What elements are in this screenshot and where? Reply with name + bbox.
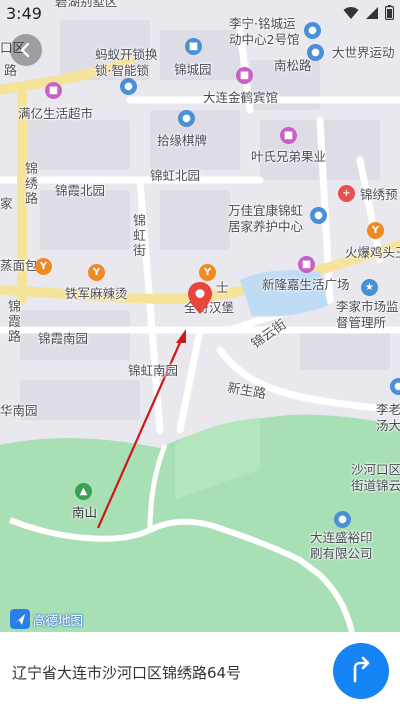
map-label: 沙河口区 街道锦云 bbox=[351, 462, 400, 493]
hotel-icon[interactable]: ■ bbox=[236, 67, 253, 84]
map-view[interactable]: 碧湖别墅区 李宁·铭城运 动中心2号馆 大世界运动 蚂蚁开锁换 锁·智能锁 锦城… bbox=[0, 0, 400, 632]
map-label: 南山 bbox=[72, 505, 98, 520]
map-label: 南松路 bbox=[274, 58, 312, 73]
map-label: 大世界运动 bbox=[332, 45, 395, 60]
map-label: 新隆嘉生活广场 bbox=[262, 277, 350, 292]
map-label: 火爆鸡头王 bbox=[345, 245, 400, 260]
hospital-icon[interactable]: + bbox=[338, 185, 355, 202]
wifi-icon bbox=[343, 6, 359, 19]
address-text: 辽宁省大连市沙河口区锦绣路64号 bbox=[12, 664, 242, 682]
restaurant-icon[interactable]: Y bbox=[199, 264, 216, 281]
map-label: 锦虹北园 bbox=[150, 168, 201, 183]
back-arrow-icon bbox=[20, 42, 30, 58]
status-bar: 3:49 bbox=[0, 0, 400, 26]
map-label: 锦霞南园 bbox=[38, 331, 89, 346]
location-icon[interactable]: ● bbox=[334, 511, 351, 528]
map-label: 士 bbox=[216, 280, 229, 295]
amap-logo: 高德地图 bbox=[10, 609, 83, 629]
map-label: 大连盛裕印 刷有限公司 bbox=[310, 530, 373, 561]
location-icon[interactable]: ● bbox=[310, 207, 327, 224]
location-marker-icon[interactable] bbox=[186, 281, 214, 315]
map-label: 锦城园 bbox=[174, 62, 212, 77]
map-label: 家 bbox=[0, 196, 13, 211]
map-label: 蚂蚁开锁换 锁·智能锁 bbox=[95, 47, 158, 78]
map-label: 铁军麻辣烫 bbox=[65, 286, 128, 301]
map-label: 锦虹南园 bbox=[128, 363, 179, 378]
map-label: 满亿生活超市 bbox=[18, 106, 94, 121]
map-label: 李家市场监 督管理所 bbox=[336, 299, 399, 330]
road-label: 锦绣路 bbox=[25, 162, 39, 207]
location-icon[interactable]: ● bbox=[390, 378, 400, 395]
map-label: 李老 汤大 bbox=[376, 402, 400, 433]
restaurant-icon[interactable]: Y bbox=[35, 258, 52, 275]
park-icon[interactable]: ▲ bbox=[75, 483, 92, 500]
map-label: 蒸面包 bbox=[0, 258, 38, 273]
status-time: 3:49 bbox=[6, 4, 42, 23]
road-label: 锦虹街 bbox=[133, 214, 147, 259]
shop-icon[interactable]: ■ bbox=[298, 256, 315, 273]
location-icon[interactable]: ● bbox=[178, 110, 195, 127]
restaurant-icon[interactable]: Y bbox=[88, 264, 105, 281]
map-label: 华南园 bbox=[0, 403, 38, 418]
amap-logo-icon bbox=[10, 609, 30, 629]
navigation-arrow-icon bbox=[353, 656, 370, 683]
sports-icon[interactable]: ● bbox=[307, 44, 324, 61]
shop-icon[interactable]: ■ bbox=[280, 127, 297, 144]
building-icon[interactable]: ■ bbox=[185, 38, 202, 55]
map-label: 大连金鹤宾馆 bbox=[203, 90, 279, 105]
road-label: 路 bbox=[4, 64, 18, 79]
government-icon[interactable]: ★ bbox=[361, 279, 378, 296]
road-label: 锦霞路 bbox=[8, 300, 22, 345]
navigate-button[interactable] bbox=[333, 643, 389, 699]
restaurant-icon[interactable]: Y bbox=[367, 222, 384, 239]
back-button[interactable] bbox=[10, 34, 42, 66]
location-icon[interactable]: ● bbox=[120, 78, 137, 95]
map-label: 锦绣预 bbox=[360, 187, 398, 202]
amap-logo-text: 高德地图 bbox=[33, 612, 84, 628]
shop-icon[interactable]: ■ bbox=[45, 82, 62, 99]
map-label: 锦霞北园 bbox=[55, 183, 106, 198]
map-label: 叶氏兄弟果业 bbox=[251, 149, 327, 164]
battery-icon bbox=[385, 5, 394, 20]
map-label: 拾缘棋牌 bbox=[157, 133, 208, 148]
signal-icon bbox=[366, 6, 378, 19]
